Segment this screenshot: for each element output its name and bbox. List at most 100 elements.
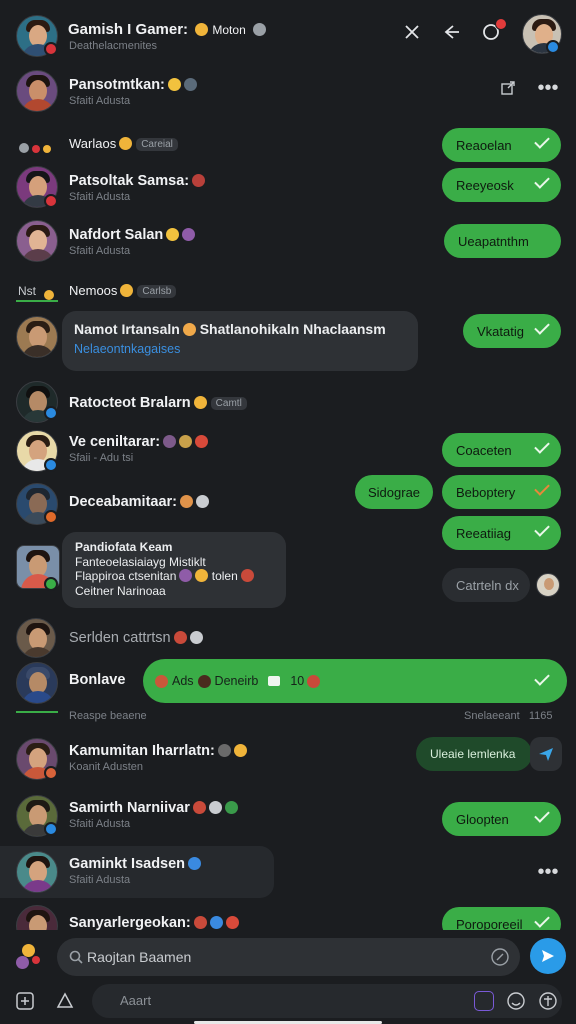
message-line: Flappiroa ctsenitan tolen [75,569,273,584]
voice-icon[interactable] [490,947,510,972]
contact-status: Sfaiti Adusta [69,191,131,203]
emoji-icon [224,801,238,814]
status-badge [44,822,58,836]
back-arrow-icon[interactable] [442,22,462,42]
check-icon [534,480,550,496]
status-badge [44,194,58,208]
message-line: Fanteoelasiaiayg Mistiklt [75,554,206,569]
contact-avatar[interactable] [16,851,58,893]
close-icon[interactable] [402,22,422,42]
section-title: Reaspe beaene [69,710,147,722]
status-badge [44,577,58,591]
emoji-icon [119,137,133,150]
message-line: Ceitner Narinoaa [75,583,166,598]
notification-count-dot [495,18,507,30]
emoji-icon [225,916,239,929]
message-input[interactable]: Aaart [92,984,562,1018]
emoji-icon [192,174,206,187]
action-button[interactable]: Ueapatnthm [444,224,561,258]
check-icon [534,133,550,149]
contact-name: Nafdort Salan [69,227,196,243]
secondary-action-button[interactable]: Sidograe [355,475,433,509]
emoji-icon [197,674,211,688]
gif-icon[interactable] [54,990,76,1012]
emoji-icon [44,290,54,300]
search-input[interactable]: Raojtan Baamen [57,938,520,976]
contact-status: Sfaiti Adusta [69,818,131,830]
emoji-icon [155,674,168,688]
emoji-icon [16,956,29,969]
status-badge [44,406,58,420]
action-button[interactable]: Uleaie lemlenka [416,737,532,771]
action-button[interactable]: Gloopten [442,802,561,836]
action-button[interactable]: Beboptery [442,475,561,509]
contact-name: Bonlave [69,672,126,688]
search-placeholder: Raojtan Baamen [87,949,192,965]
status-badge [44,458,58,472]
section-icons [16,138,58,153]
banner-action[interactable]: Ads Deneirb 10 [143,659,567,703]
contact-avatar[interactable] [16,618,56,658]
emoji-icon [182,228,196,241]
action-button[interactable]: Reeatiiag [442,516,561,550]
sticker-icon[interactable] [14,942,48,972]
contact-avatar[interactable] [16,316,58,358]
emoji-icon [179,569,193,582]
message-bubble[interactable]: Namot Irtansaln Shatlanohikaln Nhaclaans… [62,311,418,371]
emoji-icon [180,495,193,508]
check-icon [534,521,550,537]
status-badge [44,510,58,524]
emoji-icon [209,916,223,929]
send-button[interactable] [530,938,566,974]
mic-icon[interactable] [538,991,558,1016]
attach-icon[interactable] [474,991,494,1011]
section-tag: Nst [18,284,36,298]
emoji-picker-icon[interactable] [506,991,526,1016]
contact-chip: Camtl [210,397,247,410]
section-icon [44,285,58,300]
emoji-icon [208,801,222,814]
image-icon [268,676,281,686]
message-link[interactable]: Nelaeontnkagaises [74,342,406,356]
action-button[interactable]: Coaceten [442,433,561,467]
more-options-icon[interactable]: ••• [536,862,560,882]
message-bubble[interactable]: Pandiofata Keam Fanteoelasiaiayg Mistikl… [62,532,286,608]
message-title: Namot Irtansaln Shatlanohikaln Nhaclaans… [74,321,386,337]
contact-avatar[interactable] [16,220,58,262]
message-line: Pandiofata Keam [75,540,173,554]
contact-status: Sfaiti Adusta [69,245,131,257]
emoji-icon [196,495,209,508]
contact-name: Deceabamitaar: [69,494,209,510]
contact-status: Sfaii - Adu tsi [69,452,134,464]
share-icon[interactable] [498,78,518,98]
contact-status: Sfaiti Adusta [69,874,131,886]
emoji-icon [183,78,197,91]
contact-avatar[interactable] [16,70,58,112]
emoji-icon [188,857,202,870]
send-plane-icon[interactable] [530,737,562,771]
badge-icon [252,23,266,36]
header-subtitle: Deathelacmenites [69,40,158,52]
contact-status: Sfaiti Adusta [69,95,131,107]
section-title: Nemoos Carlsb [69,283,177,298]
pending-button[interactable]: Catrteln dx [442,568,530,602]
contact-avatar[interactable] [16,662,58,704]
check-icon [534,670,550,686]
action-button[interactable]: Reaoelan [442,128,561,162]
action-button[interactable]: Vkatatig [463,314,561,348]
emoji-icon [195,435,209,448]
emoji-icon [193,396,207,409]
add-icon[interactable] [14,990,36,1012]
section-divider [16,300,58,302]
emoji-icon [307,674,321,688]
emoji-icon [233,744,247,757]
action-button[interactable]: Reeyeosk [442,168,561,202]
emoji-icon [166,228,180,241]
contact-name: Kamumitan Iharrlatn: [69,743,247,759]
more-options-icon[interactable]: ••• [536,78,560,98]
check-icon [534,912,550,928]
small-avatar[interactable] [536,573,560,597]
check-icon [534,319,550,335]
emoji-icon [195,569,209,582]
notification-badge [44,42,58,56]
